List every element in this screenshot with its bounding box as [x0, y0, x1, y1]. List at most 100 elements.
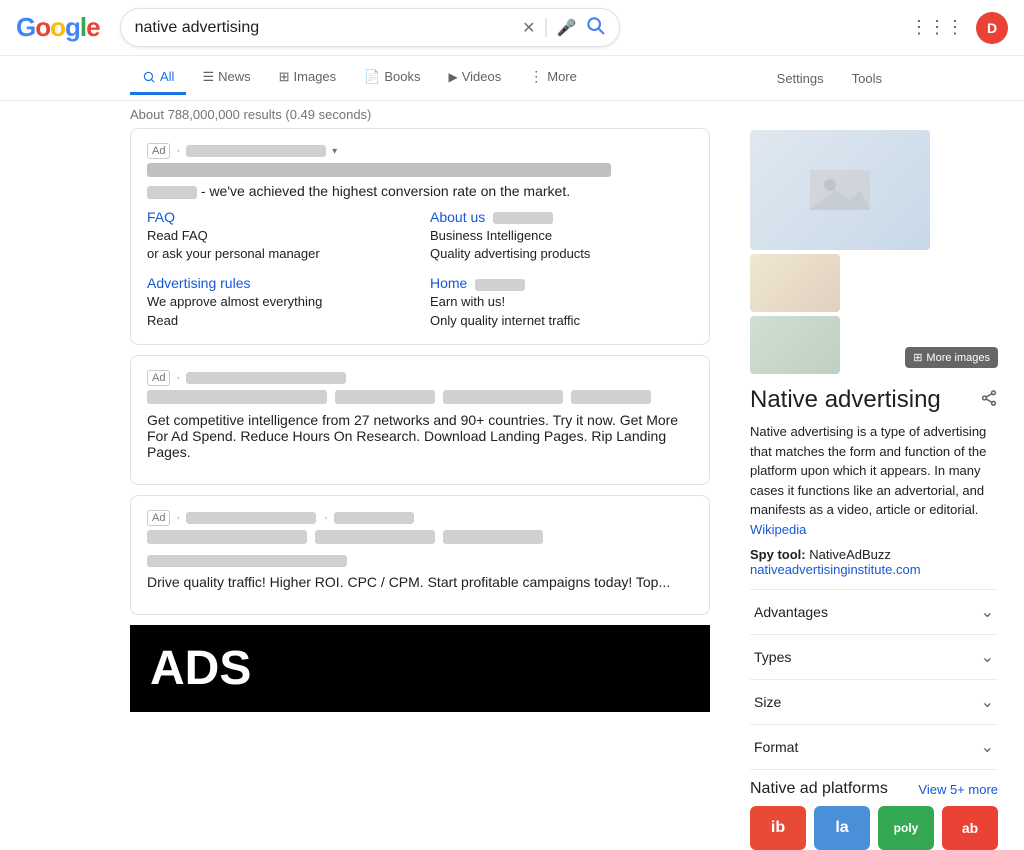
kg-image-bottom-right[interactable] [750, 316, 840, 374]
ad-link-about: About us Business Intelligence Quality a… [430, 209, 693, 263]
ad3-title-blur-1 [147, 530, 307, 544]
ad-link-about-line2: Quality advertising products [430, 245, 693, 263]
search-button[interactable] [585, 15, 605, 40]
ad-label-2: Ad [147, 370, 170, 386]
ad-link-home-line1: Earn with us! [430, 293, 693, 311]
ad-label-1: Ad [147, 143, 170, 159]
ad-link-faq: FAQ Read FAQ or ask your personal manage… [147, 209, 410, 263]
main-layout: Ad · ▾ - we've achieved the highest conv… [0, 128, 1024, 850]
accordion-types-header[interactable]: Types ⌄ [750, 635, 998, 679]
ad-url-subtitle-blur-3 [334, 512, 414, 524]
ad3-title-blur-2 [315, 530, 435, 544]
accordion-types: Types ⌄ [750, 635, 998, 680]
platform-logo-poly[interactable]: poly [878, 806, 934, 850]
spy-tool-link[interactable]: nativeadvertisinginstitute.com [750, 562, 921, 577]
right-column: ⊞ More images Native advertising Native … [750, 128, 998, 850]
knowledge-title-row: Native advertising [750, 386, 998, 414]
ad-link-home-title[interactable]: Home [430, 275, 693, 291]
ad-link-rules-line1: We approve almost everything [147, 293, 410, 311]
settings-button[interactable]: Settings [765, 63, 836, 94]
share-icon[interactable] [980, 389, 998, 412]
ad-about-url-blur [493, 212, 553, 224]
ad-home-url-blur [475, 279, 525, 291]
ad-url-blur-1 [186, 145, 326, 157]
ad-url-row-1: Ad · ▾ [147, 143, 693, 159]
ad-link-rules-title[interactable]: Advertising rules [147, 275, 410, 291]
platforms-view-more[interactable]: View 5+ more [918, 782, 998, 797]
tools-button[interactable]: Tools [840, 63, 894, 94]
ad-dropdown-1[interactable]: ▾ [332, 146, 337, 157]
platform-logo-ib[interactable]: ib [750, 806, 806, 850]
kg-image-top-right[interactable] [750, 254, 840, 312]
nav-item-all[interactable]: All [130, 61, 186, 95]
kg-image-main[interactable] [750, 130, 930, 250]
nav-bar: All ☰ News ⊞ Images 📄 Books ▶ Videos ⋮ M… [0, 56, 1024, 101]
ad-link-about-line1: Business Intelligence [430, 227, 693, 245]
platforms-header: Native ad platforms View 5+ more [750, 780, 998, 798]
native-ad-platforms: Native ad platforms View 5+ more ib la p… [750, 780, 998, 850]
ad-url-row-3: Ad · · [147, 510, 693, 526]
nav-item-images[interactable]: ⊞ Images [267, 61, 349, 96]
accordion-size-header[interactable]: Size ⌄ [750, 680, 998, 724]
ad3-line2-blur [147, 555, 347, 567]
ad2-title-blur-3 [443, 390, 563, 404]
clear-icon[interactable]: ✕ [522, 18, 535, 38]
nav-item-videos[interactable]: ▶ Videos [437, 61, 514, 95]
spy-tool-row: Spy tool: NativeAdBuzz nativeadvertising… [750, 547, 998, 577]
ad-link-about-title[interactable]: About us [430, 209, 693, 225]
grid-icon[interactable]: ⋮⋮⋮ [910, 17, 964, 38]
ad-link-faq-title[interactable]: FAQ [147, 209, 410, 225]
ad-box-2: Ad · Get competitive intelligence from 2… [130, 355, 710, 485]
mic-icon[interactable]: 🎤 [557, 18, 577, 38]
ad-link-rules-line2: Read [147, 312, 410, 330]
search-input[interactable] [135, 19, 514, 37]
header-right: ⋮⋮⋮ D [910, 12, 1008, 44]
ad2-title-blur-4 [571, 390, 651, 404]
chevron-down-icon: ⌄ [981, 692, 994, 712]
accordion-advantages-header[interactable]: Advantages ⌄ [750, 590, 998, 634]
chevron-down-icon: ⌄ [981, 602, 994, 622]
platform-logo-la[interactable]: la [814, 806, 870, 850]
ad-desc-3: Drive quality traffic! Higher ROI. CPC /… [147, 574, 693, 590]
wikipedia-link[interactable]: Wikipedia [750, 522, 806, 537]
ad-url-blur-3 [186, 512, 316, 524]
ad-box-3: Ad · · Drive quality traffic! Higher ROI… [130, 495, 710, 615]
left-column: Ad · ▾ - we've achieved the highest conv… [130, 128, 710, 850]
ad3-line2-area [147, 552, 693, 568]
nav-item-news[interactable]: ☰ News [190, 61, 262, 96]
knowledge-accordion: Advantages ⌄ Types ⌄ Size ⌄ Format [750, 589, 998, 770]
accordion-format-header[interactable]: Format ⌄ [750, 725, 998, 769]
ad-link-faq-line2: or ask your personal manager [147, 245, 410, 263]
knowledge-images: ⊞ More images [750, 130, 998, 374]
ad-url-row-2: Ad · [147, 370, 693, 386]
ad-label-3: Ad [147, 510, 170, 526]
images-icon-small: ⊞ [913, 351, 922, 364]
ad-link-home: Home Earn with us! Only quality internet… [430, 275, 693, 329]
ad-box-1: Ad · ▾ - we've achieved the highest conv… [130, 128, 710, 345]
search-bar: ✕ | 🎤 [120, 8, 620, 47]
avatar[interactable]: D [976, 12, 1008, 44]
ad2-title-area [147, 390, 693, 404]
ad-url-blur-2 [186, 372, 346, 384]
ad-title-blur-1 [147, 163, 611, 177]
platform-logo-ab[interactable]: ab [942, 806, 998, 850]
header: Google ✕ | 🎤 ⋮⋮⋮ D [0, 0, 1024, 56]
ad3-title-blur-3 [443, 530, 543, 544]
videos-icon: ▶ [449, 70, 458, 84]
more-icon: ⋮ [529, 68, 543, 85]
ad-links-1: FAQ Read FAQ or ask your personal manage… [147, 209, 693, 330]
nav-item-books[interactable]: 📄 Books [352, 61, 432, 96]
accordion-size: Size ⌄ [750, 680, 998, 725]
more-images-button[interactable]: ⊞ More images [905, 347, 998, 368]
ad-desc-blur-1 [147, 186, 197, 199]
ad2-title-blur-1 [147, 390, 327, 404]
ad-desc-1: - we've achieved the highest conversion … [147, 183, 693, 199]
images-icon: ⊞ [279, 69, 290, 85]
platform-logos: ib la poly ab [750, 806, 998, 850]
chevron-down-icon: ⌄ [981, 737, 994, 757]
settings-tools: Settings Tools [765, 63, 894, 94]
books-icon: 📄 [364, 69, 380, 85]
ads-bar: ADS [130, 625, 710, 712]
nav-item-more[interactable]: ⋮ More [517, 60, 589, 96]
news-icon: ☰ [202, 69, 214, 85]
